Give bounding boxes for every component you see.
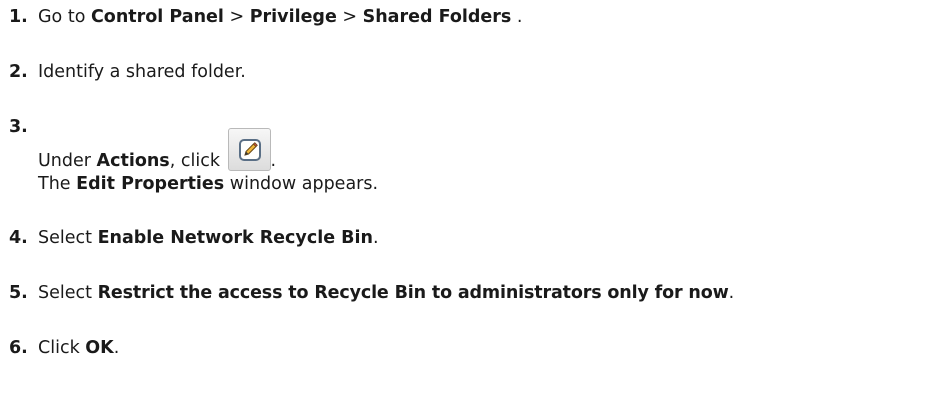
step-2: 2. Identify a shared folder. — [9, 61, 246, 83]
step-text: Identify a shared folder. — [38, 62, 246, 82]
step-4: 4. Select Enable Network Recycle Bin. — [9, 227, 379, 249]
edit-pencil-icon — [239, 139, 261, 161]
actions-label: Actions — [96, 151, 170, 171]
step-number: 1. — [9, 7, 28, 27]
step-number: 5. — [9, 283, 28, 303]
edit-button[interactable] — [228, 128, 271, 171]
step-number: 6. — [9, 338, 28, 358]
step-number: 3. — [9, 117, 28, 137]
step-end: . — [511, 7, 523, 27]
step-end: . — [270, 151, 277, 171]
step-text: The — [38, 174, 77, 194]
step-number: 2. — [9, 62, 28, 82]
step-text: Select — [38, 228, 98, 248]
step-6: 6. Click OK. — [9, 337, 119, 359]
path-separator: > — [223, 7, 250, 27]
step-text: , click — [169, 151, 226, 171]
step-end: . — [372, 228, 379, 248]
option-enable-recycle-bin: Enable Network Recycle Bin — [97, 228, 373, 248]
step-number: 4. — [9, 228, 28, 248]
edit-properties-label: Edit Properties — [76, 174, 225, 194]
step-3: 3. — [9, 116, 38, 138]
step-end: . — [728, 283, 735, 303]
step-3-line-2: The Edit Properties window appears. — [38, 173, 378, 195]
step-5: 5. Select Restrict the access to Recycle … — [9, 282, 734, 304]
step-text: Go to — [38, 7, 91, 27]
menu-shared-folders: Shared Folders — [362, 7, 512, 27]
option-restrict-access: Restrict the access to Recycle Bin to ad… — [97, 283, 729, 303]
menu-control-panel: Control Panel — [90, 7, 224, 27]
step-text: Select — [38, 283, 98, 303]
path-separator: > — [336, 7, 363, 27]
step-text: Under — [38, 151, 97, 171]
step-end: . — [113, 338, 120, 358]
step-1: 1. Go to Control Panel > Privilege > Shar… — [9, 6, 522, 28]
step-text: Click — [38, 338, 86, 358]
ok-label: OK — [85, 338, 114, 358]
menu-privilege: Privilege — [249, 7, 337, 27]
step-text: window appears. — [224, 174, 379, 194]
